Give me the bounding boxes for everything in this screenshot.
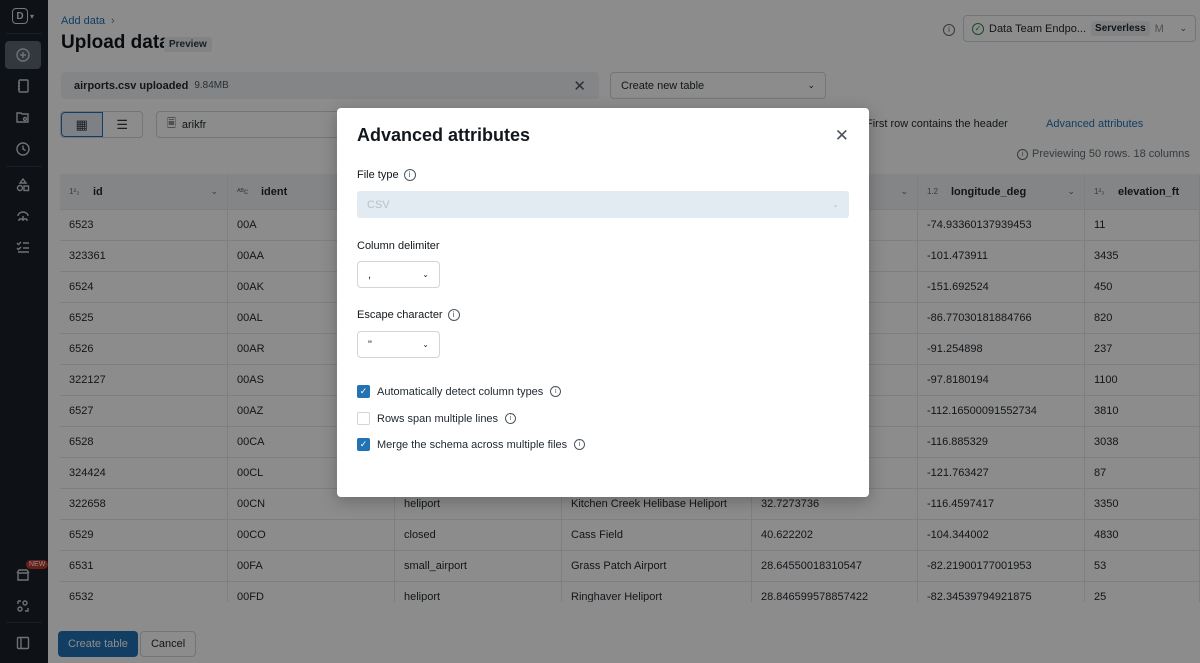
- checkbox-checked-icon[interactable]: ✓: [357, 385, 370, 398]
- option-label: Rows span multiple lines: [377, 412, 499, 425]
- delimiter-label-text: Column delimiter: [357, 240, 440, 252]
- modal-title: Advanced attributes: [357, 125, 531, 145]
- advanced-attributes-modal: Advanced attributes ✕ File type i CSV ⌄ …: [337, 108, 869, 497]
- delimiter-label: Column delimiter: [357, 240, 440, 252]
- option-detect-types[interactable]: ✓ Automatically detect column types i: [357, 385, 562, 398]
- delimiter-select[interactable]: , ⌄: [357, 261, 440, 288]
- option-multiline[interactable]: Rows span multiple lines i: [357, 412, 517, 425]
- file-type-select: CSV ⌄: [357, 191, 849, 218]
- option-merge-schema[interactable]: ✓ Merge the schema across multiple files…: [357, 438, 586, 451]
- info-icon[interactable]: i: [505, 413, 517, 424]
- option-label: Automatically detect column types: [377, 385, 544, 398]
- escape-value: ": [368, 338, 372, 351]
- checkbox-unchecked-icon[interactable]: [357, 412, 370, 425]
- info-icon[interactable]: i: [574, 439, 586, 450]
- info-icon[interactable]: i: [550, 386, 562, 397]
- file-type-label-text: File type: [357, 169, 399, 181]
- escape-label-text: Escape character: [357, 309, 443, 321]
- escape-select[interactable]: " ⌄: [357, 331, 440, 358]
- chevron-down-icon: ⌄: [422, 270, 429, 279]
- delimiter-value: ,: [368, 268, 372, 281]
- info-icon[interactable]: i: [447, 309, 460, 321]
- chevron-down-icon: ⌄: [422, 340, 429, 349]
- file-type-label: File type i: [357, 169, 416, 181]
- option-label: Merge the schema across multiple files: [377, 438, 568, 451]
- info-icon[interactable]: i: [403, 169, 416, 181]
- close-icon[interactable]: ✕: [835, 126, 849, 146]
- file-type-value: CSV: [367, 198, 390, 211]
- checkbox-checked-icon[interactable]: ✓: [357, 438, 370, 451]
- escape-label: Escape character i: [357, 309, 460, 321]
- chevron-down-icon: ⌄: [832, 200, 839, 209]
